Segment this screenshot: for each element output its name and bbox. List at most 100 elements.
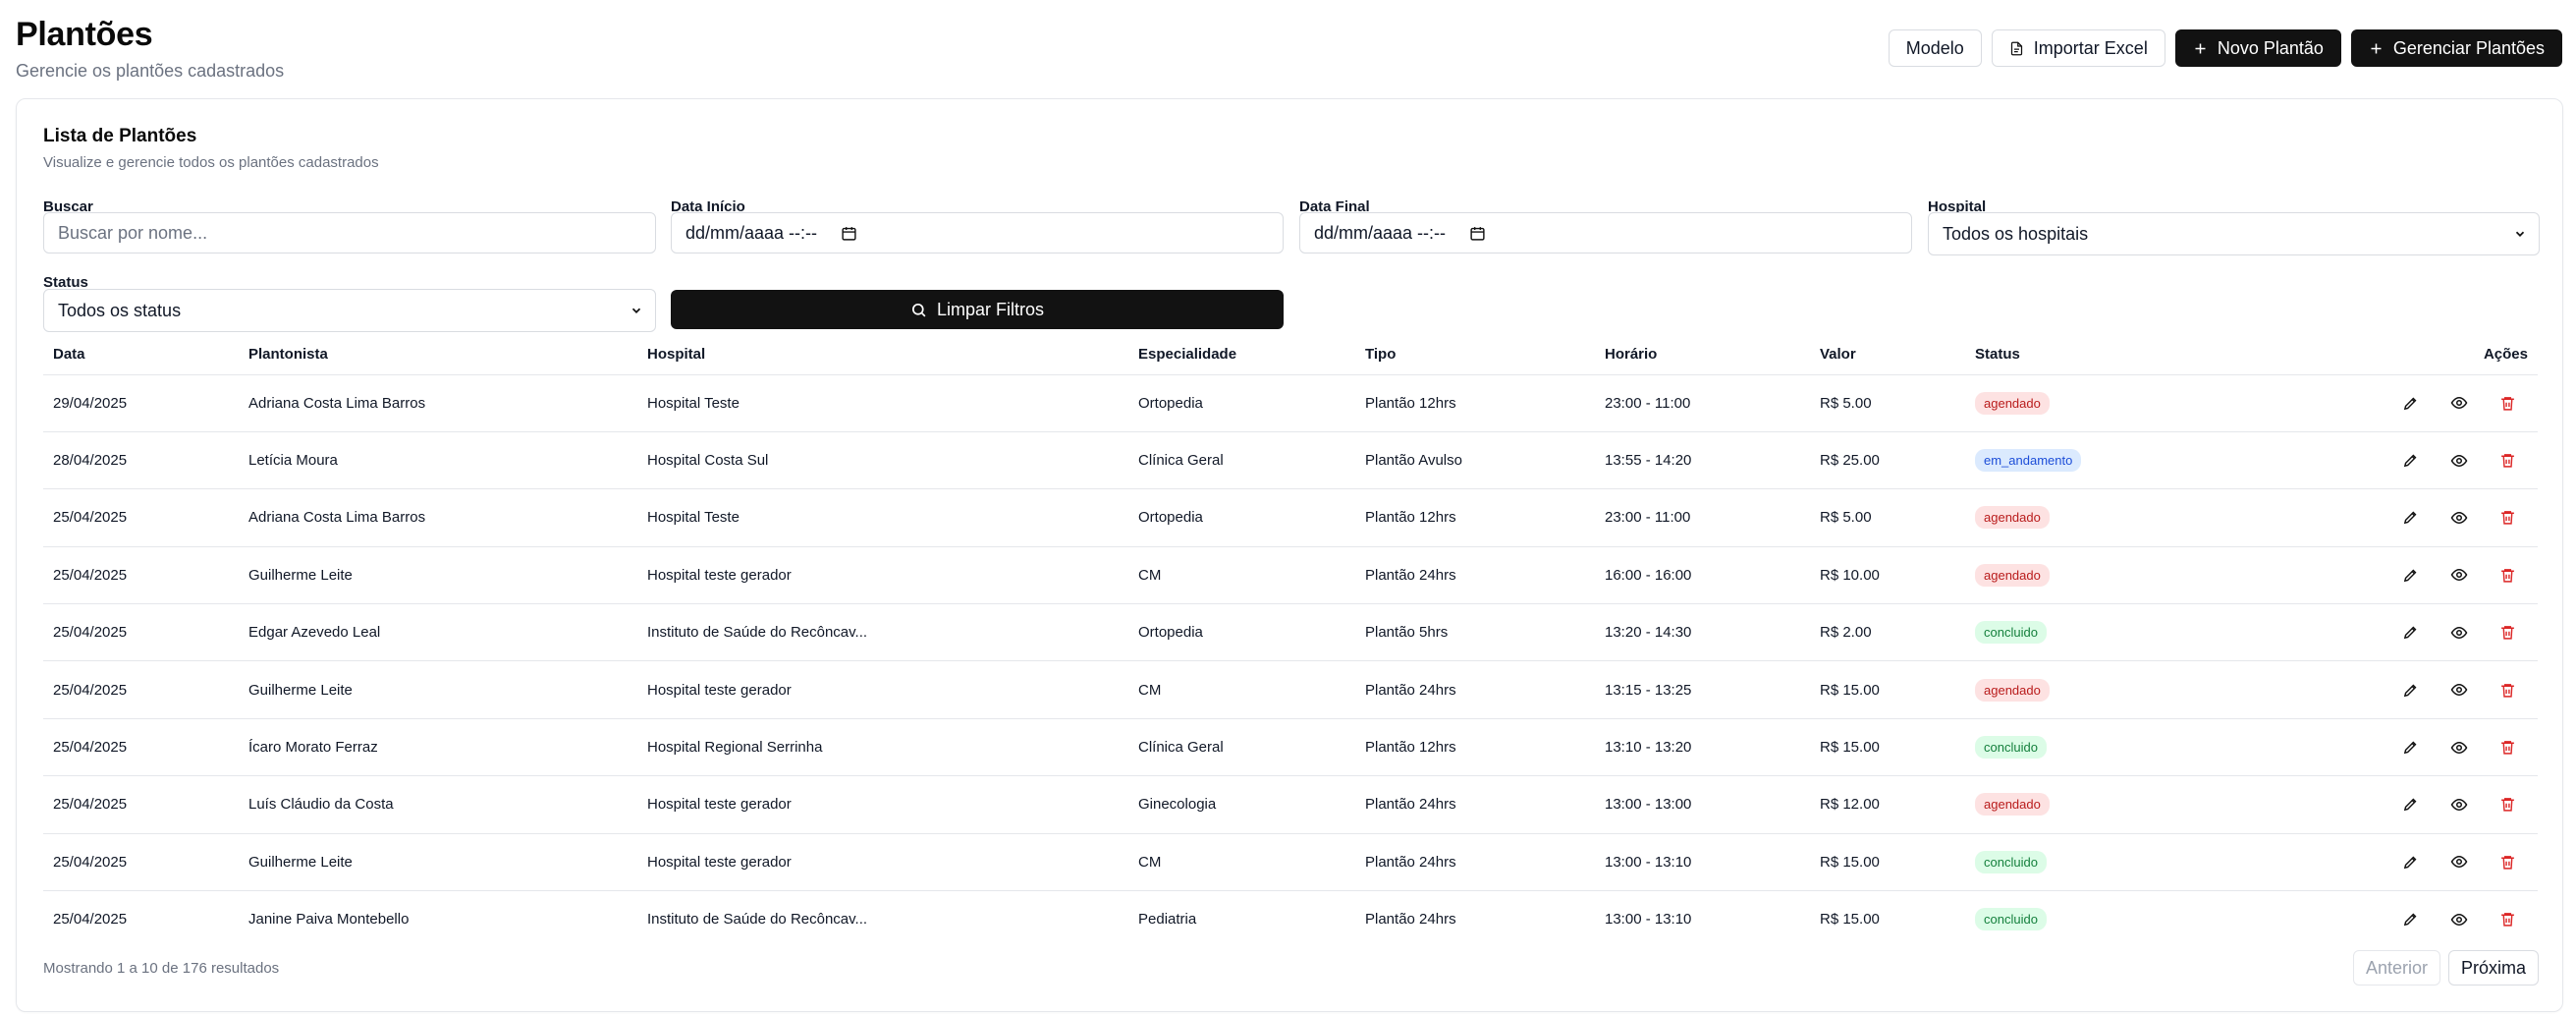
page-title: Plantões [16,16,153,53]
cell-especialidade: Ortopedia [1128,374,1355,432]
cell-acoes [2338,546,2538,605]
cell-valor: R$ 15.00 [1810,660,1965,719]
pencil-icon[interactable] [2402,911,2419,929]
cell-especialidade: Pediatria [1138,911,1197,929]
cell-horario: 13:15 - 13:25 [1595,660,1810,719]
header-horario[interactable]: Horário [1595,335,1810,375]
cell-valor: R$ 5.00 [1810,488,1965,547]
data-inicio-input[interactable]: dd/mm/aaaa --:-- [671,212,1284,254]
cell-plantonista: Luís Cláudio da Costa [239,775,637,834]
row-actions [2348,853,2528,871]
cell-plantonista: Janine Paiva Montebello [248,911,410,929]
eye-icon[interactable] [2450,739,2468,757]
calendar-icon[interactable] [841,225,857,242]
header-hospital[interactable]: Hospital [637,335,1128,375]
table-row: 28/04/2025 Letícia Moura Hospital Costa Su… [43,431,2538,490]
cell-tipo: Plantão 5hrs [1355,603,1595,662]
header-data[interactable]: Data [43,335,239,375]
status-select[interactable]: Todos os status [43,289,656,332]
cell-plantonista: Guilherme Leite [239,546,637,605]
calendar-icon[interactable] [1469,225,1486,242]
importar-excel-button[interactable]: Importar Excel [1991,29,2165,67]
pencil-icon[interactable] [2402,739,2419,757]
trash-icon[interactable] [2499,452,2516,470]
header-valor[interactable]: Valor [1810,335,1965,375]
trash-icon[interactable] [2499,394,2516,412]
limpar-filtros-button[interactable]: Limpar Filtros [671,290,1284,329]
modelo-button-label: Modelo [1905,37,1964,58]
cell-status: agendado [1965,374,2338,432]
cell-hospital: Hospital teste gerador [637,775,1128,834]
eye-icon[interactable] [2450,452,2468,470]
eye-icon[interactable] [2450,509,2468,527]
eye-icon[interactable] [2450,394,2468,412]
hospital-select[interactable]: Todos os hospitais [1928,212,2540,255]
row-actions [2348,509,2528,527]
cell-acoes [2338,603,2538,662]
trash-icon[interactable] [2499,796,2516,814]
trash-icon[interactable] [2499,911,2516,929]
eye-icon[interactable] [2450,681,2468,699]
status-badge: agendado [1975,391,2050,415]
header-especialidade[interactable]: Especialidade [1128,335,1355,375]
cell-status: agendado [1965,488,2338,547]
pencil-icon[interactable] [2402,509,2419,527]
trash-icon[interactable] [2499,509,2516,527]
prev-page-button[interactable]: Anterior [2352,950,2440,986]
cell-acoes [2338,660,2538,719]
header-actions: Modelo Importar Excel Novo Plantão Geren… [1888,29,2562,67]
cell-horario: 13:00 - 13:00 [1595,775,1810,834]
novo-plantao-button[interactable]: Novo Plantão [2174,29,2341,67]
header-tipo[interactable]: Tipo [1355,335,1595,375]
pencil-icon[interactable] [2402,796,2419,814]
cell-hospital: Instituto de Saúde do Recôncav... [647,911,868,929]
cell-especialidade: Clínica Geral [1128,431,1355,490]
status-badge: concluido [1975,908,2047,931]
trash-icon[interactable] [2499,566,2516,584]
cell-tipo: Plantão 24hrs [1355,775,1595,834]
eye-icon[interactable] [2450,911,2468,929]
cell-plantonista: Adriana Costa Lima Barros [239,374,637,432]
pencil-icon[interactable] [2402,394,2419,412]
cell-horario: 13:20 - 14:30 [1595,603,1810,662]
cell-tipo: Plantão 24hrs [1365,911,1456,929]
eye-icon[interactable] [2450,566,2468,584]
trash-icon[interactable] [2499,624,2516,642]
cell-status: concluido [1965,833,2338,892]
pencil-icon[interactable] [2402,853,2419,871]
data-inicio-value: dd/mm/aaaa --:-- [685,222,818,243]
plus-icon [2195,43,2206,53]
cell-acoes [2338,833,2538,892]
status-badge: em_andamento [1975,449,2082,473]
cell-valor: R$ 2.00 [1810,603,1965,662]
novo-plantao-label: Novo Plantão [2217,37,2324,58]
pencil-icon[interactable] [2402,624,2419,642]
eye-icon[interactable] [2450,796,2468,814]
cell-horario: 23:00 - 11:00 [1595,374,1810,432]
gerenciar-plantoes-button[interactable]: Gerenciar Plantões [2350,29,2562,67]
trash-icon[interactable] [2499,681,2516,699]
eye-icon[interactable] [2450,853,2468,871]
status-badge: concluido [1975,736,2047,760]
trash-icon[interactable] [2499,853,2516,871]
modelo-button[interactable]: Modelo [1888,29,1982,67]
cell-data: 28/04/2025 [43,431,239,490]
cell-tipo: Plantão 24hrs [1355,833,1595,892]
pencil-icon[interactable] [2402,566,2419,584]
cell-status: em_andamento [1965,431,2338,490]
cell-hospital: Hospital Teste [637,488,1128,547]
eye-icon[interactable] [2450,624,2468,642]
search-input[interactable]: Buscar por nome... [43,212,656,254]
pencil-icon[interactable] [2402,681,2419,699]
trash-icon[interactable] [2499,739,2516,757]
cell-hospital: Hospital teste gerador [637,546,1128,605]
pencil-icon[interactable] [2402,452,2419,470]
cell-status: agendado [1965,775,2338,834]
plantoes-card: Lista de Plantões Visualize e gerencie t… [16,98,2563,1012]
header-status[interactable]: Status [1965,335,2338,375]
pagination-summary: Mostrando 1 a 10 de 176 resultados [43,960,280,977]
header-plantonista[interactable]: Plantonista [239,335,637,375]
data-final-input[interactable]: dd/mm/aaaa --:-- [1299,212,1912,254]
cell-horario: 13:55 - 14:20 [1595,431,1810,490]
next-page-button[interactable]: Próxima [2447,950,2539,986]
